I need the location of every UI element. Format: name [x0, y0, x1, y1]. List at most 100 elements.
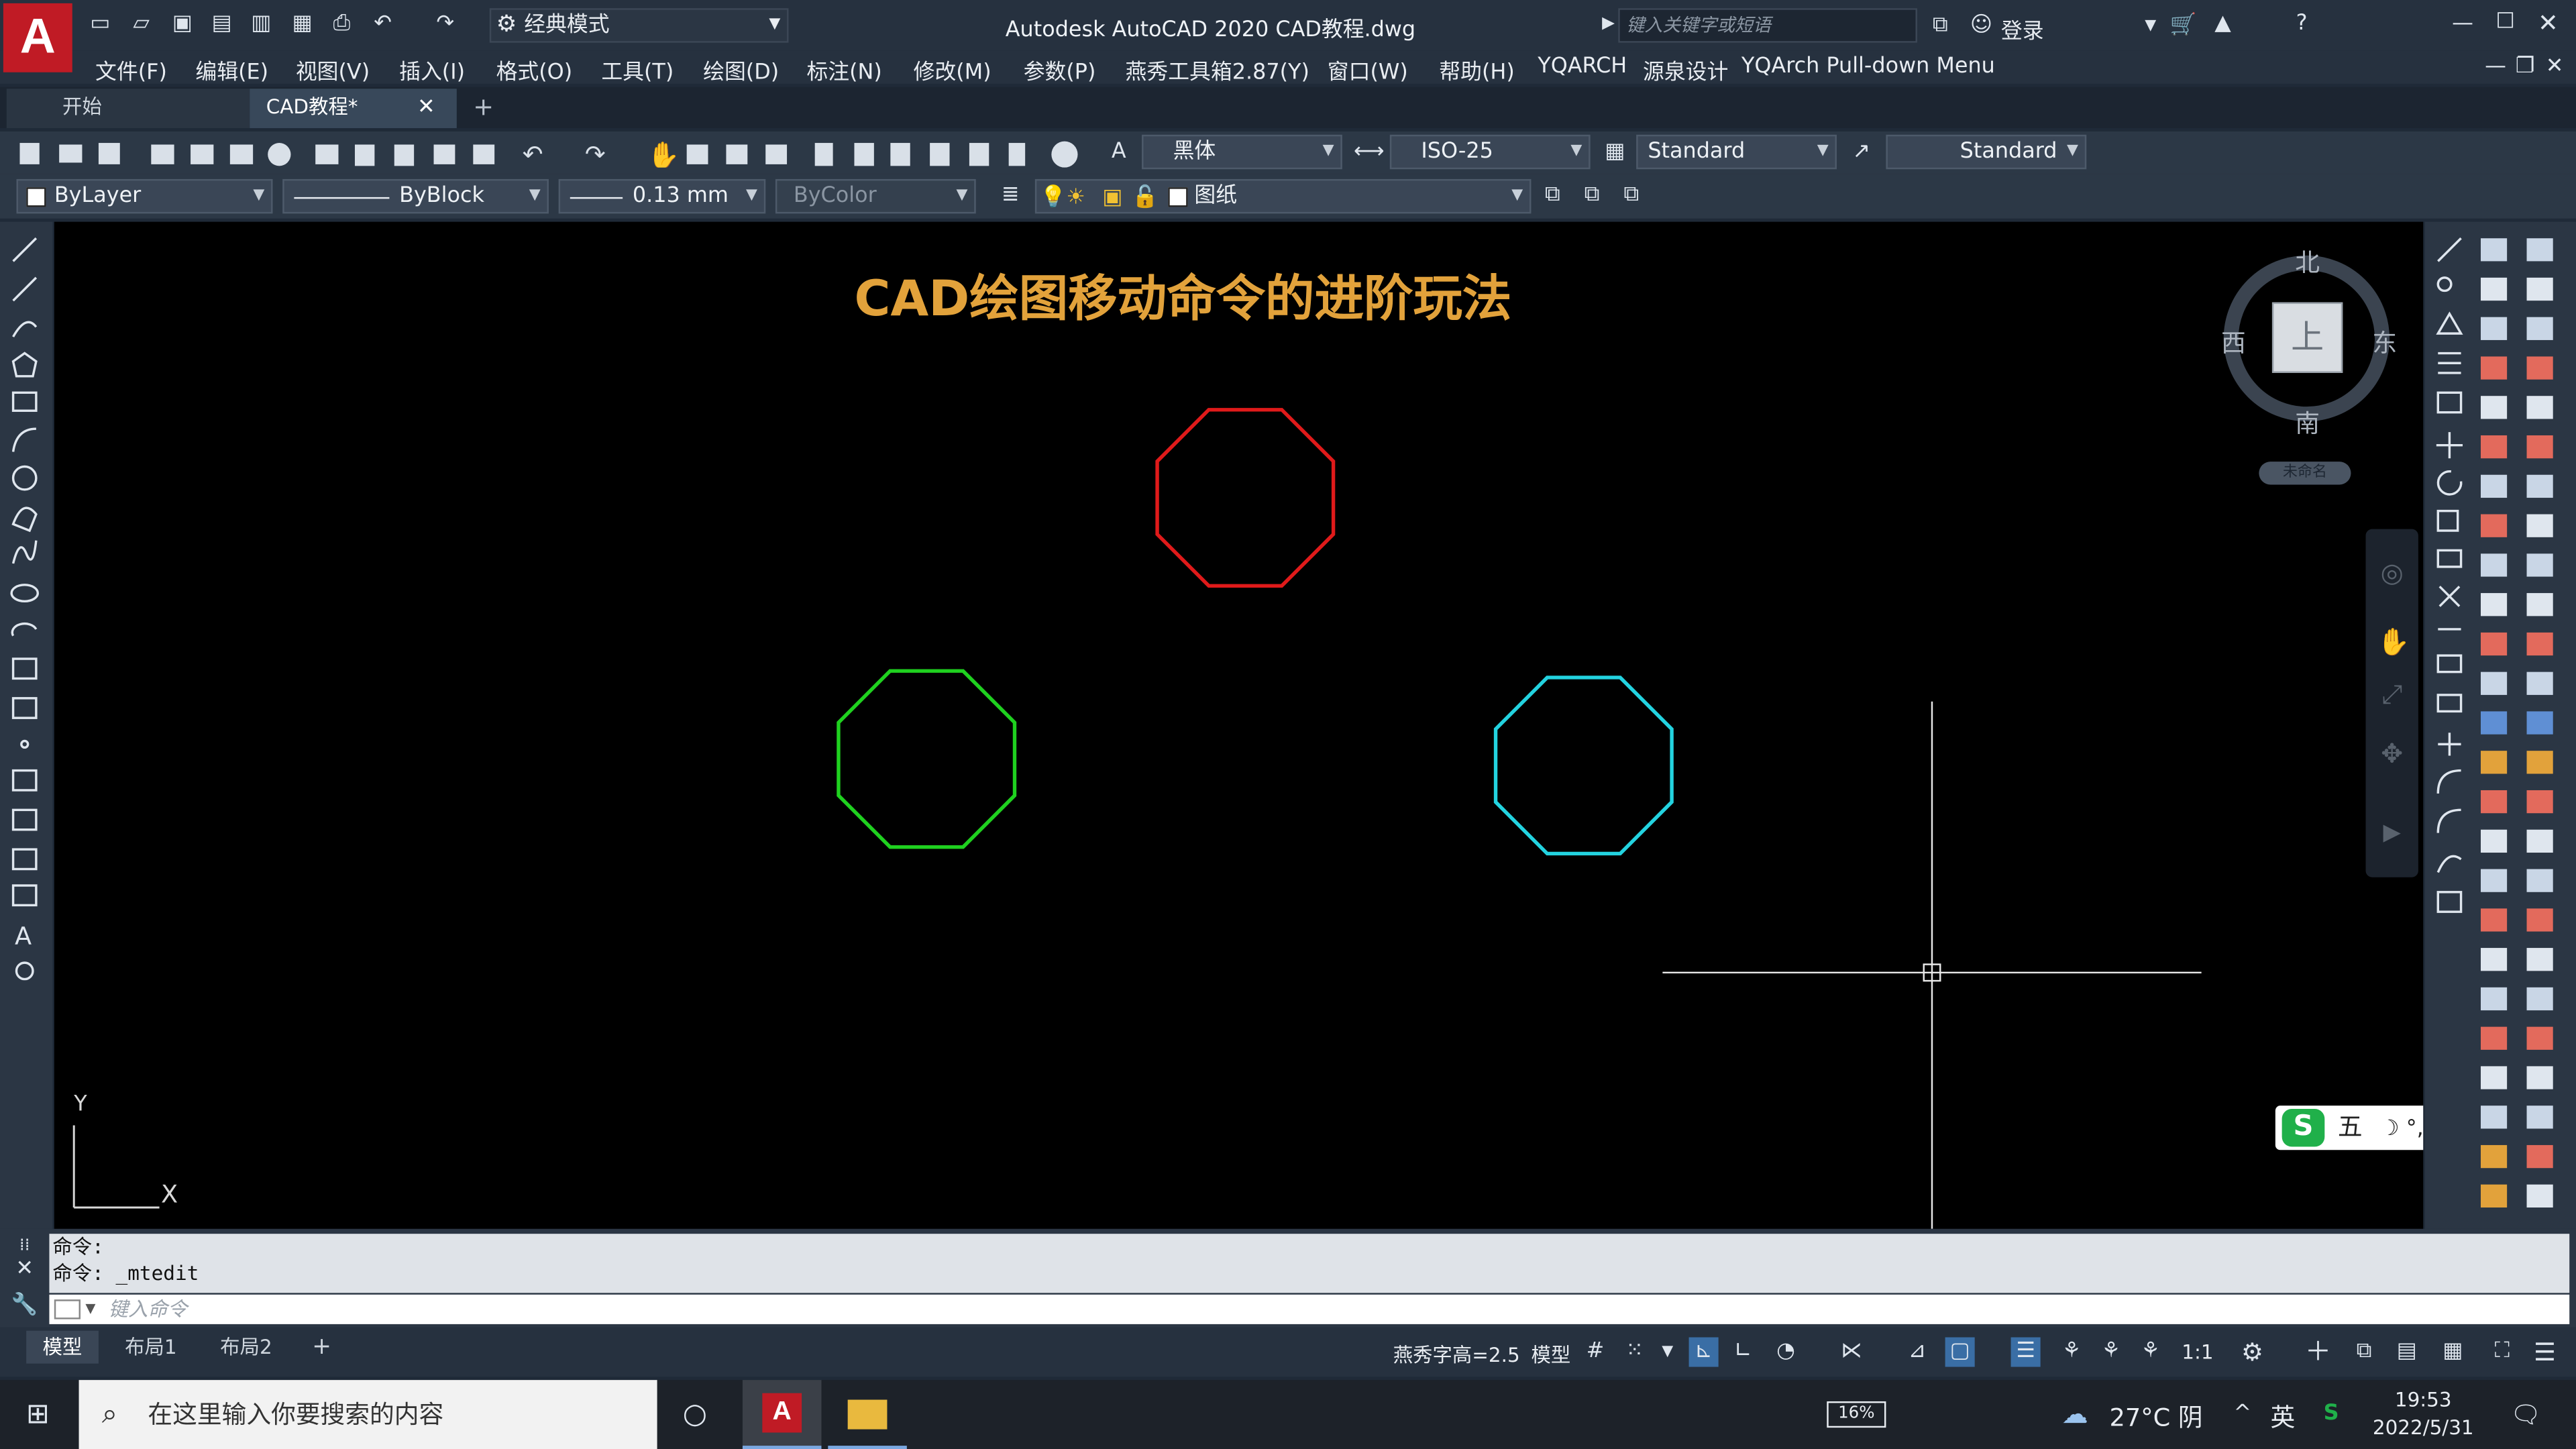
table-style-icon[interactable]: ▦: [1600, 138, 1629, 168]
tab-drawing[interactable]: CAD教程* ✕: [250, 89, 457, 129]
redo-icon[interactable]: ↷: [431, 10, 460, 40]
application-menu-button[interactable]: A: [3, 3, 72, 72]
tab-layout1[interactable]: 布局1: [109, 1331, 193, 1364]
tab-model[interactable]: 模型: [26, 1330, 99, 1364]
isolate-objects-icon[interactable]: ⧉: [2349, 1337, 2379, 1366]
multileader-style-dropdown[interactable]: Standard ▼: [1886, 134, 2087, 170]
taskbar-explorer-button[interactable]: [828, 1380, 907, 1449]
steering-wheel-icon[interactable]: ◎: [2377, 557, 2407, 588]
cyan-octagon[interactable]: [1493, 676, 1674, 856]
viewcube-west[interactable]: 西: [2221, 325, 2246, 360]
user-icon[interactable]: ☺: [1966, 11, 1996, 41]
autodesk-a360-icon[interactable]: ▲: [2208, 10, 2237, 40]
chevron-down-icon[interactable]: ▼: [2136, 11, 2165, 41]
menu-help[interactable]: 帮助(H): [1439, 54, 1514, 86]
drawing-canvas[interactable]: CAD绘图移动命令的进阶玩法 Y X 北 南 西 东 上 未命名 ◎ ✋ ⤢ ✥…: [54, 221, 2424, 1229]
menu-view[interactable]: 视图(V): [296, 54, 370, 86]
command-input[interactable]: ▼ 键入命令: [49, 1294, 2570, 1324]
maximize-icon[interactable]: ☐: [2491, 8, 2520, 38]
cart-icon[interactable]: 🛒: [2169, 11, 2198, 41]
linetype-dropdown[interactable]: ByBlock ▼: [282, 178, 549, 214]
selection-cycling-icon[interactable]: ▢: [1945, 1337, 1975, 1367]
hardware-acceleration-icon[interactable]: ▤: [2392, 1337, 2422, 1366]
sogou-tray-icon[interactable]: S: [2316, 1400, 2346, 1430]
ime-toolbar[interactable]: S 五 ☽ °, ⌨ ♟ ⁘: [2275, 1106, 2424, 1150]
menu-yuanquan-design[interactable]: 源泉设计: [1643, 54, 1728, 86]
menu-file[interactable]: 文件(F): [95, 54, 167, 86]
custom-toolbar-icons[interactable]: [2480, 238, 2573, 1224]
tab-layout2[interactable]: 布局2: [204, 1331, 288, 1364]
annotation-visibility-icon[interactable]: ⚘: [2057, 1337, 2086, 1366]
ime-tool-icons[interactable]: ☽ °, ⌨ ♟ ⁘: [2370, 1117, 2423, 1142]
recent-commands-icon[interactable]: [54, 1299, 81, 1320]
layer-viewport-icon[interactable]: ▣: [1102, 182, 1122, 214]
doc-close-icon[interactable]: ✕: [2540, 52, 2569, 82]
grid-icon[interactable]: #: [1580, 1337, 1610, 1366]
viewcube-top-face[interactable]: 上: [2271, 302, 2343, 373]
zoom-extents-icon[interactable]: ⤢: [2377, 680, 2407, 710]
tab-start[interactable]: 开始: [6, 89, 250, 129]
ortho-icon[interactable]: ⊾: [1688, 1337, 1719, 1367]
isodraft-icon[interactable]: ◔: [1771, 1337, 1801, 1366]
minimize-icon[interactable]: —: [2448, 10, 2477, 40]
viewcube-north[interactable]: 北: [2295, 245, 2320, 279]
layer-previous-icon[interactable]: ⧉: [1577, 180, 1607, 210]
windows-search-input[interactable]: ⌕ 在这里输入你要搜索的内容: [78, 1380, 657, 1449]
annotation-scale-icon[interactable]: ⚘: [2136, 1337, 2165, 1366]
dimension-style-dropdown[interactable]: ISO-25 ▼: [1389, 134, 1591, 170]
open-web-icon[interactable]: ▥: [246, 10, 276, 40]
weather-status[interactable]: 27°C 阴: [2109, 1400, 2202, 1434]
layer-properties-icon[interactable]: ≣: [996, 180, 1025, 210]
chevron-up-icon[interactable]: ^: [2228, 1400, 2257, 1430]
color-dropdown[interactable]: ByLayer ▼: [16, 178, 273, 214]
pan-icon[interactable]: ✋: [2377, 627, 2410, 657]
taskbar-autocad-button[interactable]: A: [742, 1380, 822, 1449]
text-height-status[interactable]: 燕秀字高=2.5: [1393, 1340, 1520, 1368]
binoculars-icon[interactable]: ⧉: [1925, 11, 1955, 41]
clean-screen-icon[interactable]: ▦: [2438, 1337, 2467, 1366]
menu-parametric[interactable]: 参数(P): [1024, 54, 1096, 86]
annotation-scale-value[interactable]: 1:1: [2182, 1340, 2213, 1363]
gear-icon[interactable]: ⚙: [2238, 1337, 2267, 1366]
close-tab-icon[interactable]: ✕: [417, 89, 435, 126]
save-web-icon[interactable]: ▦: [288, 10, 317, 40]
cortana-icon[interactable]: ○: [680, 1400, 710, 1430]
input-language[interactable]: 英: [2270, 1400, 2295, 1434]
text-style-icon[interactable]: A: [1104, 138, 1134, 168]
showmotion-icon[interactable]: ▶: [2377, 818, 2407, 848]
menu-yqarch-pulldown[interactable]: YQArch Pull-down Menu: [1741, 54, 1995, 79]
close-icon[interactable]: ✕: [2533, 8, 2563, 38]
help-search-input[interactable]: 键入关键字或短语: [1618, 8, 1917, 43]
object-snap-icon[interactable]: ⊿: [1902, 1337, 1932, 1366]
orbit-icon[interactable]: ✥: [2377, 739, 2407, 769]
system-clock[interactable]: 19:53 2022/5/31: [2366, 1387, 2481, 1442]
undo-icon[interactable]: ↶: [368, 10, 398, 40]
open-folder-icon[interactable]: ▱: [127, 10, 156, 40]
new-file-icon[interactable]: ▭: [85, 10, 115, 40]
polar-tracking-icon[interactable]: ∟: [1728, 1337, 1758, 1366]
modify-toolbar-icons[interactable]: [2434, 235, 2467, 918]
layer-freeze-icon[interactable]: ☀: [1066, 182, 1085, 214]
workspace-dropdown[interactable]: ⚙ 经典模式 ▼: [489, 8, 789, 43]
battery-indicator[interactable]: 16%: [1827, 1401, 1886, 1428]
snap-icon[interactable]: ⁙: [1620, 1337, 1650, 1366]
menu-window[interactable]: 窗口(W): [1328, 54, 1408, 86]
doc-restore-icon[interactable]: ❐: [2510, 52, 2540, 82]
model-space-toggle[interactable]: 模型: [1531, 1340, 1570, 1368]
viewcube-east[interactable]: 东: [2372, 325, 2397, 360]
help-icon[interactable]: ?: [2287, 10, 2316, 40]
menu-tools[interactable]: 工具(T): [601, 54, 674, 86]
full-screen-icon[interactable]: ⛶: [2487, 1337, 2517, 1366]
ime-mode[interactable]: 五: [2338, 1112, 2363, 1142]
chevron-down-icon[interactable]: ▼: [85, 1295, 95, 1324]
customize-wrench-icon[interactable]: 🔧: [10, 1291, 40, 1321]
close-command-line-icon[interactable]: ✕: [10, 1255, 40, 1285]
menu-format[interactable]: 格式(O): [496, 54, 573, 86]
multileader-style-icon[interactable]: ↗: [1847, 138, 1876, 168]
add-layout-button[interactable]: +: [296, 1331, 348, 1364]
customization-menu-icon[interactable]: ☰: [2530, 1337, 2559, 1366]
text-style-dropdown[interactable]: 黑体 ▼: [1142, 134, 1342, 170]
menu-insert[interactable]: 插入(I): [399, 54, 465, 86]
dimension-style-icon[interactable]: ⟷: [1354, 138, 1385, 168]
object-snap-tracking-icon[interactable]: ⋉: [1837, 1337, 1866, 1366]
